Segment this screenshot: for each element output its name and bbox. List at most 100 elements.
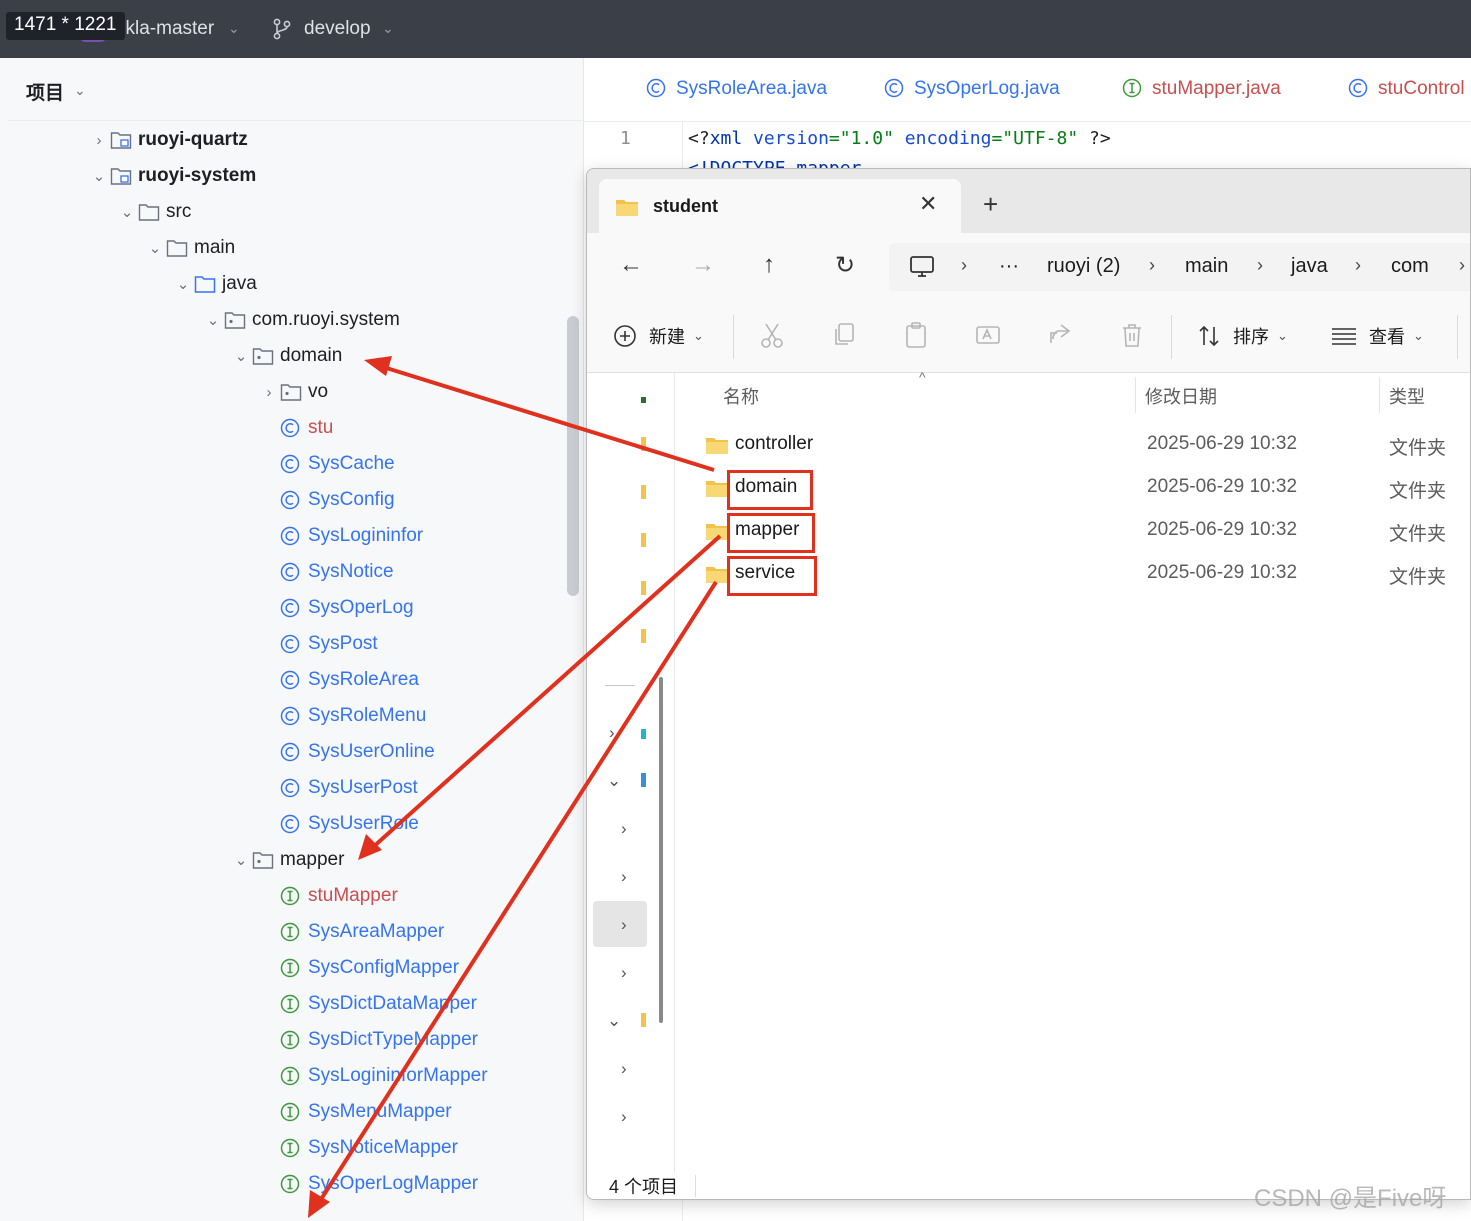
project-panel-chevron-down-icon[interactable]: ⌄ xyxy=(74,82,86,99)
tree-item-sysoperlog[interactable]: ›SysOperLog xyxy=(258,592,414,624)
nav-item-icon[interactable] xyxy=(641,485,646,499)
tree-item-sysrolearea[interactable]: ›SysRoleArea xyxy=(258,664,419,696)
column-header-modified[interactable]: 修改日期 xyxy=(1145,383,1217,409)
tree-item-main[interactable]: ⌄ main xyxy=(144,232,235,264)
breadcrumb-item[interactable]: java xyxy=(1291,255,1328,278)
up-arrow-icon[interactable]: ↑ xyxy=(763,251,775,279)
editor-tab[interactable]: SysOperLog.java xyxy=(884,78,1060,100)
refresh-icon[interactable]: ↻ xyxy=(835,251,855,280)
tree-item-syslogininfor[interactable]: ›SysLogininfor xyxy=(258,520,423,552)
breadcrumb-item[interactable]: ruoyi (2) xyxy=(1047,255,1120,278)
chevron-right-icon[interactable]: › xyxy=(621,1059,627,1079)
column-divider[interactable] xyxy=(1379,377,1380,413)
nav-item-icon[interactable] xyxy=(641,581,646,595)
share-icon[interactable] xyxy=(1047,321,1073,349)
nav-item-icon[interactable] xyxy=(641,773,646,787)
file-row[interactable]: domain 2025-06-29 10:32 文件夹 xyxy=(705,470,1465,510)
tree-item-sysrolemenu[interactable]: ›SysRoleMenu xyxy=(258,700,426,732)
breadcrumb-item[interactable]: com xyxy=(1391,255,1429,278)
project-tree-scrollbar[interactable] xyxy=(567,316,579,596)
project-panel-title[interactable]: 项目 xyxy=(26,78,64,105)
file-row[interactable]: service 2025-06-29 10:32 文件夹 xyxy=(705,556,1465,596)
breadcrumb-more-icon[interactable]: ··· xyxy=(999,255,1019,278)
chevron-right-icon[interactable]: › xyxy=(258,384,280,401)
tree-item-com-ruoyi-system[interactable]: ⌄ com.ruoyi.system xyxy=(202,304,400,336)
copy-icon[interactable] xyxy=(831,321,857,349)
tree-item-sysmenumapper[interactable]: ›SysMenuMapper xyxy=(258,1096,452,1128)
chevron-down-icon[interactable]: ⌄ xyxy=(607,1011,621,1031)
breadcrumb-item[interactable]: main xyxy=(1185,255,1228,278)
tree-item-stu[interactable]: ›stu xyxy=(258,412,333,444)
delete-icon[interactable] xyxy=(1119,321,1145,349)
tree-item-sysnotice[interactable]: ›SysNotice xyxy=(258,556,394,588)
column-divider[interactable] xyxy=(1135,377,1136,413)
tree-item-mapper[interactable]: ⌄ mapper xyxy=(230,844,345,876)
tree-item-sysuserrole[interactable]: ›SysUserRole xyxy=(258,808,419,840)
nav-item-icon[interactable] xyxy=(641,397,646,403)
nav-item-icon[interactable] xyxy=(641,437,646,451)
chevron-down-icon[interactable]: ⌄ xyxy=(202,311,224,329)
tree-item-java[interactable]: ⌄ java xyxy=(172,268,257,300)
tree-item-sysconfig[interactable]: ›SysConfig xyxy=(258,484,395,516)
chevron-right-icon[interactable]: › xyxy=(621,819,627,839)
nav-item-icon[interactable] xyxy=(641,1013,646,1027)
chevron-down-icon[interactable]: ⌄ xyxy=(116,203,138,221)
branch-chevron-down-icon[interactable]: ⌄ xyxy=(382,20,394,37)
project-chevron-down-icon[interactable]: ⌄ xyxy=(228,20,240,37)
tree-item-sysuseronline[interactable]: ›SysUserOnline xyxy=(258,736,435,768)
chevron-down-icon[interactable]: ⌄ xyxy=(607,771,621,791)
chevron-right-icon[interactable]: › xyxy=(621,1107,627,1127)
column-header-type[interactable]: 类型 xyxy=(1389,383,1425,409)
navigation-pane-scrollbar[interactable] xyxy=(659,677,663,1023)
cut-icon[interactable] xyxy=(759,321,785,349)
chevron-down-icon[interactable]: ⌄ xyxy=(144,239,166,257)
tree-item-sysnoticemapper[interactable]: ›SysNoticeMapper xyxy=(258,1132,458,1164)
tree-item-sysuserpost[interactable]: ›SysUserPost xyxy=(258,772,418,804)
column-header-name[interactable]: 名称 xyxy=(723,383,759,409)
address-bar[interactable]: › ··· ruoyi (2) › main › java › com › xyxy=(889,243,1470,291)
project-name[interactable]: zkla-master xyxy=(116,18,214,40)
editor-tab[interactable]: SysRoleArea.java xyxy=(646,78,827,100)
rename-icon[interactable] xyxy=(975,321,1001,349)
file-row[interactable]: mapper 2025-06-29 10:32 文件夹 xyxy=(705,513,1465,553)
tree-item-syscache[interactable]: ›SysCache xyxy=(258,448,395,480)
branch-name[interactable]: develop xyxy=(304,18,371,40)
chevron-right-icon[interactable]: › xyxy=(609,723,615,743)
new-tab-icon[interactable]: + xyxy=(983,189,998,220)
code-line[interactable]: <?xml version="1.0" encoding="UTF-8" ?> xyxy=(688,128,1111,149)
tree-item-ruoyi-quartz[interactable]: › ruoyi-quartz xyxy=(88,124,248,156)
tree-item-sysconfigmapper[interactable]: ›SysConfigMapper xyxy=(258,952,459,984)
tree-item-stumapper[interactable]: ›stuMapper xyxy=(258,880,398,912)
tree-item-sysareamapper[interactable]: ›SysAreaMapper xyxy=(258,916,444,948)
editor-tab[interactable]: stuMapper.java xyxy=(1122,78,1281,100)
nav-item-icon[interactable] xyxy=(641,533,646,547)
chevron-down-icon[interactable]: ⌄ xyxy=(230,851,252,869)
paste-icon[interactable] xyxy=(903,321,929,349)
chevron-right-icon[interactable]: › xyxy=(621,867,627,887)
back-arrow-icon[interactable]: ← xyxy=(619,251,643,279)
chevron-down-icon[interactable]: ⌄ xyxy=(172,275,194,293)
nav-selected-item[interactable] xyxy=(593,901,647,947)
tree-item-syslogininformapper[interactable]: ›SysLogininforMapper xyxy=(258,1060,488,1092)
chevron-down-icon[interactable]: ⌄ xyxy=(230,347,252,365)
chevron-right-icon[interactable]: › xyxy=(621,915,627,935)
tree-item-src[interactable]: ⌄ src xyxy=(116,196,192,228)
new-button[interactable]: 新建 ⌄ xyxy=(613,323,704,349)
nav-item-icon[interactable] xyxy=(641,629,646,643)
nav-item-icon[interactable] xyxy=(641,729,646,739)
tree-item-sysdictdatamapper[interactable]: ›SysDictDataMapper xyxy=(258,988,477,1020)
tree-item-syspost[interactable]: ›SysPost xyxy=(258,628,378,660)
tree-item-ruoyi-system[interactable]: ⌄ ruoyi-system xyxy=(88,160,257,192)
view-button[interactable]: 查看 ⌄ xyxy=(1331,323,1424,349)
tree-item-sysoperlogmapper[interactable]: ›SysOperLogMapper xyxy=(258,1168,478,1200)
chevron-right-icon[interactable]: › xyxy=(88,132,110,149)
sort-button[interactable]: 排序 ⌄ xyxy=(1197,323,1288,349)
editor-tab[interactable]: stuControl xyxy=(1348,78,1465,100)
tree-item-domain[interactable]: ⌄ domain xyxy=(230,340,343,372)
tree-item-vo[interactable]: › vo xyxy=(258,376,329,408)
tree-item-sysdicttypemapper[interactable]: ›SysDictTypeMapper xyxy=(258,1024,478,1056)
close-icon[interactable]: ✕ xyxy=(919,191,937,217)
chevron-down-icon[interactable]: ⌄ xyxy=(88,167,110,185)
forward-arrow-icon[interactable]: → xyxy=(691,251,715,279)
file-row[interactable]: controller 2025-06-29 10:32 文件夹 xyxy=(705,427,1465,467)
